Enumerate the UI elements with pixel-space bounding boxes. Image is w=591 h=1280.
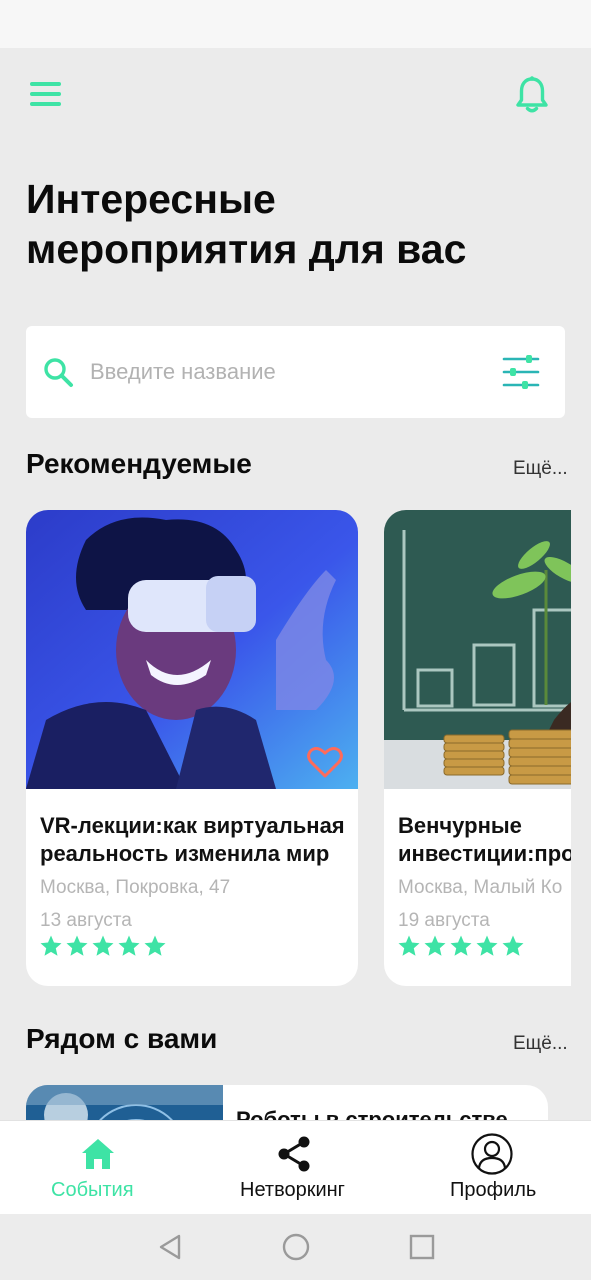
event-title-line1: VR-лекции:как виртуальная (40, 813, 345, 838)
nav-tab-events[interactable]: События (40, 1121, 158, 1215)
event-title-line2: инвестиции:про (398, 841, 571, 866)
heart-outline-icon[interactable] (307, 746, 343, 778)
star-icon (501, 934, 525, 958)
bell-icon (516, 76, 548, 113)
nav-label-profile: Профиль (450, 1179, 537, 1201)
event-title: VR-лекции:как виртуальная реальность изм… (40, 812, 350, 868)
nav-label-events: События (51, 1179, 134, 1201)
home-circle-icon[interactable] (281, 1232, 311, 1262)
star-icon (65, 934, 89, 958)
event-date: 13 августа (40, 910, 132, 931)
nearby-section-title: Рядом с вами (26, 1023, 218, 1054)
recents-square-icon[interactable] (407, 1232, 437, 1262)
event-title: Венчурные инвестиции:про (398, 812, 571, 868)
event-date: 19 августа (398, 910, 490, 931)
event-card[interactable]: VR-лекции:как виртуальная реальность изм… (26, 510, 358, 986)
star-icon (143, 934, 167, 958)
star-icon (475, 934, 499, 958)
event-place: Москва, Малый Ко (398, 877, 563, 898)
recommended-carousel[interactable]: VR-лекции:как виртуальная реальность изм… (26, 510, 571, 986)
recommended-section-title: Рекомендуемые (26, 448, 252, 479)
event-card[interactable]: Венчурные инвестиции:про Москва, Малый К… (384, 510, 571, 986)
menu-button[interactable] (30, 82, 62, 106)
notifications-button[interactable] (514, 76, 550, 114)
page-title-line1: Интересные (26, 176, 276, 222)
page-title-line2: мероприятия для вас (26, 226, 467, 272)
system-navigation-bar (0, 1214, 591, 1280)
status-bar (0, 0, 591, 48)
event-rating (39, 934, 167, 958)
search-bar (26, 326, 565, 418)
home-icon (82, 1139, 114, 1169)
page-title: Интересные мероприятия для вас (26, 174, 566, 274)
nearby-more-link[interactable]: Ещё... (513, 1033, 568, 1055)
recommended-more-link[interactable]: Ещё... (513, 458, 568, 480)
event-title-line1: Венчурные (398, 813, 522, 838)
star-icon (117, 934, 141, 958)
share-icon (278, 1136, 310, 1172)
hamburger-line (30, 102, 61, 106)
bottom-navigation: События Нетворкинг Профиль (0, 1120, 591, 1214)
event-rating (397, 934, 525, 958)
search-icon[interactable] (42, 356, 74, 388)
hamburger-menu-icon (30, 82, 61, 86)
event-title-line2: реальность изменила мир (40, 841, 330, 866)
hamburger-line (30, 92, 61, 96)
star-icon (423, 934, 447, 958)
star-icon (39, 934, 63, 958)
star-icon (91, 934, 115, 958)
sliders-filter-icon[interactable] (502, 354, 540, 390)
event-place: Москва, Покровка, 47 (40, 877, 231, 898)
nav-tab-networking[interactable]: Нетворкинг (232, 1121, 362, 1215)
search-input[interactable] (90, 354, 470, 390)
nav-label-networking: Нетворкинг (240, 1179, 345, 1201)
back-triangle-icon[interactable] (155, 1232, 185, 1262)
star-icon (397, 934, 421, 958)
profile-icon (471, 1133, 513, 1175)
star-icon (449, 934, 473, 958)
nav-tab-profile[interactable]: Профиль (440, 1121, 550, 1215)
event-photo-investing (384, 510, 571, 789)
